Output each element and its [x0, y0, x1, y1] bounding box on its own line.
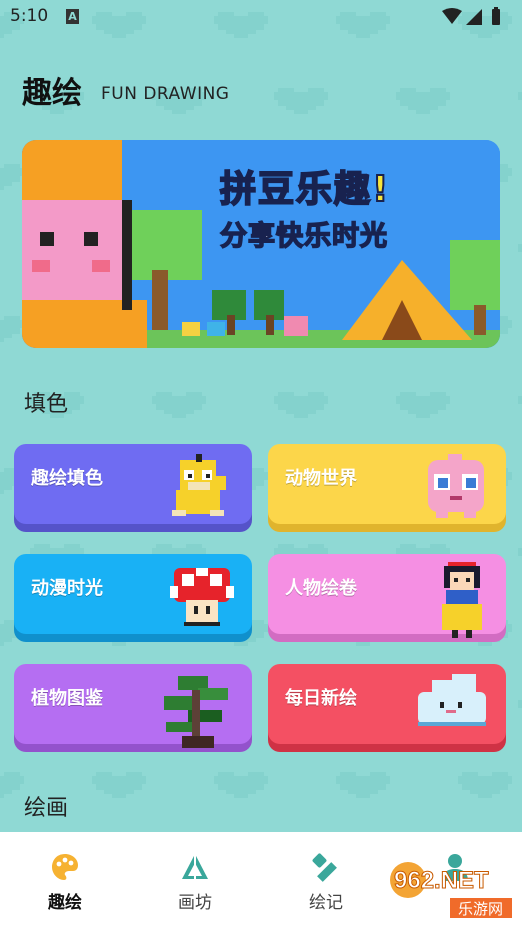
heart-decoration [152, 388, 206, 422]
app-subtitle: FUN DRAWING [101, 84, 230, 104]
heart-decoration [92, 768, 146, 802]
watermark-brand: 962.NET [394, 867, 489, 894]
category-card-label: 植物图鉴 [31, 688, 103, 709]
status-bar: 5:10 A [0, 0, 522, 34]
heart-decoration [518, 388, 522, 422]
heart-decoration [458, 768, 512, 802]
triangle-icon [182, 854, 208, 879]
heart-decoration [0, 312, 24, 346]
heart-decoration [274, 388, 328, 422]
category-card-2[interactable]: 动物世界 [268, 444, 506, 524]
heart-decoration [396, 84, 450, 118]
app-title: 趣绘 [22, 76, 82, 111]
heart-decoration [274, 84, 328, 118]
system-icons [440, 7, 510, 31]
category-card-label: 动物世界 [285, 468, 357, 489]
nav-label: 画坊 [178, 893, 212, 913]
status-time: 5:10 [10, 6, 49, 26]
category-card-label: 动漫时光 [31, 578, 103, 599]
category-card-label: 趣绘填色 [31, 468, 103, 489]
site-watermark: 962.NET 乐游网 [388, 854, 516, 920]
heart-decoration [0, 160, 24, 194]
heart-decoration [336, 768, 390, 802]
section-title-drawing: 绘画 [24, 796, 69, 821]
banner-tagline: 分享快乐时光 [219, 220, 388, 253]
category-card-label: 每日新绘 [285, 688, 357, 709]
category-card-6[interactable]: 每日新绘 [268, 664, 506, 744]
watermark-sub: 乐游网 [458, 901, 503, 918]
heart-decoration [518, 84, 522, 118]
heart-decoration [518, 236, 522, 270]
palette-icon [52, 854, 78, 880]
nav-tab-gallery[interactable]: 画坊 [155, 846, 235, 913]
heart-decoration [518, 692, 522, 726]
promo-banner[interactable]: 拼豆乐趣! 分享快乐时光 [22, 140, 500, 348]
category-card-3[interactable]: 动漫时光 [14, 554, 252, 634]
nav-label: 趣绘 [48, 893, 82, 913]
category-card-label: 人物绘卷 [285, 578, 357, 599]
category-card-5[interactable]: 植物图鉴 [14, 664, 252, 748]
notification-icon: A [66, 9, 79, 24]
nav-label: 绘记 [309, 893, 343, 913]
watermark-logo: 962.NET 乐游网 [390, 862, 512, 918]
category-card-1[interactable]: 趣绘填色 [14, 444, 252, 524]
nav-tab-journal[interactable]: 绘记 [286, 846, 366, 913]
section-title-coloring: 填色 [24, 392, 69, 417]
heart-decoration [214, 768, 268, 802]
heart-decoration [518, 540, 522, 574]
heart-decoration [396, 388, 450, 422]
banner-headline: 拼豆乐趣! [219, 168, 391, 211]
heart-decoration [0, 768, 24, 802]
category-card-4[interactable]: 人物绘卷 [268, 554, 506, 638]
wifi-signal-battery-icon [442, 7, 500, 25]
nav-tab-fun-drawing[interactable]: 趣绘 [25, 846, 105, 913]
pencil-icon [312, 853, 337, 882]
